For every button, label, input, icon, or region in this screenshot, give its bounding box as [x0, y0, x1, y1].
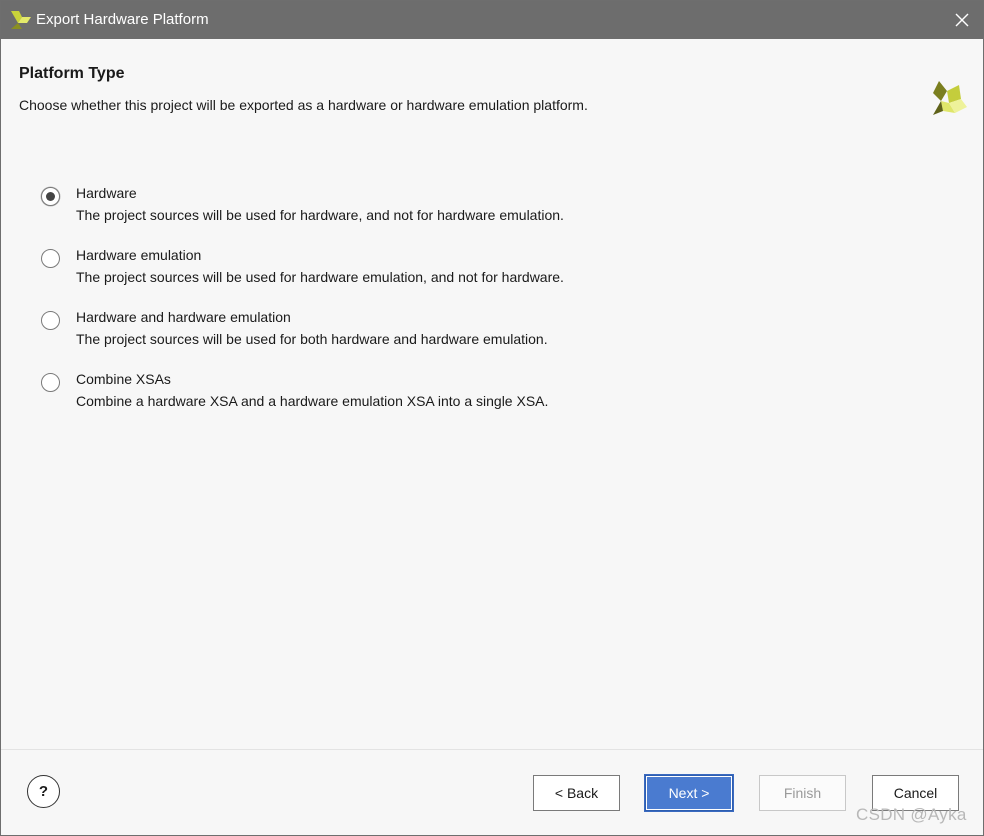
option-description: The project sources will be used for har… [76, 207, 564, 223]
radio-combine-xsas[interactable] [41, 373, 60, 392]
footer-divider [1, 749, 983, 750]
page-description: Choose whether this project will be expo… [19, 97, 588, 113]
option-hardware[interactable]: Hardware The project sources will be use… [39, 181, 659, 231]
help-icon: ? [38, 783, 49, 800]
close-icon [955, 13, 969, 27]
option-combine-xsas[interactable]: Combine XSAs Combine a hardware XSA and … [39, 367, 659, 417]
finish-button[interactable]: Finish [759, 775, 846, 811]
option-description: The project sources will be used for har… [76, 269, 564, 285]
wizard-header: Platform Type Choose whether this projec… [1, 39, 983, 139]
export-hardware-platform-dialog: Export Hardware Platform Platform Type C… [0, 0, 984, 836]
option-description: Combine a hardware XSA and a hardware em… [76, 393, 549, 409]
watermark: CSDN @Ayka [856, 805, 967, 824]
option-label: Hardware emulation [76, 247, 202, 263]
close-button[interactable] [941, 1, 983, 39]
option-description: The project sources will be used for bot… [76, 331, 548, 347]
xilinx-logo-icon [11, 11, 31, 29]
xilinx-logo-icon [933, 81, 967, 115]
back-button[interactable]: < Back [533, 775, 620, 811]
page-title: Platform Type [19, 65, 125, 82]
title-bar: Export Hardware Platform [1, 1, 983, 39]
radio-hardware[interactable] [41, 187, 60, 206]
option-label: Hardware [76, 185, 137, 201]
option-label: Hardware and hardware emulation [76, 309, 291, 325]
option-hardware-emulation[interactable]: Hardware emulation The project sources w… [39, 243, 659, 293]
next-button[interactable]: Next > [645, 775, 733, 811]
option-label: Combine XSAs [76, 371, 171, 387]
option-hardware-and-emulation[interactable]: Hardware and hardware emulation The proj… [39, 305, 659, 355]
radio-hardware-emulation[interactable] [41, 249, 60, 268]
help-button[interactable]: ? [27, 775, 60, 808]
radio-hardware-and-emulation[interactable] [41, 311, 60, 330]
window-title: Export Hardware Platform [36, 11, 209, 28]
